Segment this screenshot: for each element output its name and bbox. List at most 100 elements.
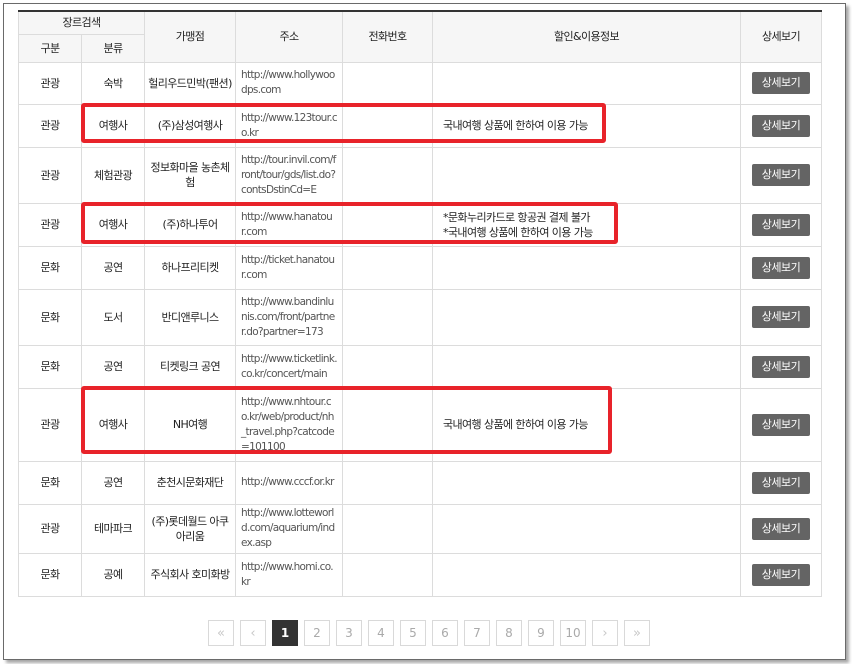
category-header: 구분: [18, 33, 82, 63]
row-details-cell: 상세보기: [740, 460, 822, 505]
detail-view-button[interactable]: 상세보기: [752, 355, 810, 378]
discount-line: 국내여행 상품에 한하여 이용 가능: [443, 119, 588, 132]
table-row: 관광 여행사 NH여행 http://www.nhtour.co.kr/web/pro…: [18, 387, 822, 462]
row-discount-info: [432, 344, 741, 389]
detail-view-button[interactable]: 상세보기: [752, 306, 810, 328]
row-type: 여행사: [81, 202, 145, 247]
table-row: 관광 숙박 헐리우드민박(팬션) http://www.hollywoodps.com…: [18, 61, 822, 105]
row-merchant: (주)롯데월드 아쿠아리움: [144, 503, 236, 554]
row-merchant: 주식회사 호미화방: [144, 552, 236, 597]
page-number-button[interactable]: 2: [304, 620, 330, 646]
genre-search-header: 장르검색: [18, 10, 145, 35]
page-number-button[interactable]: 8: [496, 620, 522, 646]
type-header: 분류: [81, 33, 145, 63]
row-merchant: 티켓링크 공연: [144, 344, 236, 389]
row-address-link[interactable]: http://www.ticketlink.co.kr/concert/main: [235, 344, 343, 389]
row-phone: [342, 146, 433, 204]
row-discount-info: [432, 460, 741, 505]
table-row: 관광 테마파크 (주)롯데월드 아쿠아리움 http://www.lotteworld…: [18, 503, 822, 554]
row-discount-info: [432, 61, 741, 105]
row-phone: [342, 552, 433, 597]
row-details-cell: 상세보기: [740, 344, 822, 389]
row-category: 문화: [18, 245, 82, 290]
row-type: 도서: [81, 288, 145, 346]
table-row: 관광 여행사 (주)하나투어 http://www.hanatour.com *문화누리…: [18, 202, 822, 247]
row-category: 문화: [18, 552, 82, 597]
row-address-link[interactable]: http://www.bandinlunis.com/front/partner…: [235, 288, 343, 346]
row-address-link[interactable]: http://www.hanatour.com: [235, 202, 343, 247]
row-address-link[interactable]: http://www.hollywoodps.com: [235, 61, 343, 105]
row-phone: [342, 61, 433, 105]
table-body: 관광 숙박 헐리우드민박(팬션) http://www.hollywoodps.com…: [18, 61, 822, 597]
detail-view-button[interactable]: 상세보기: [752, 114, 810, 137]
row-details-cell: 상세보기: [740, 288, 822, 346]
discount-info-header: 할인&이용정보: [432, 10, 741, 63]
row-address-link[interactable]: http://www.lotteworld.com/aquarium/index…: [235, 503, 343, 554]
page-number-button[interactable]: 10: [560, 620, 586, 646]
row-phone: [342, 460, 433, 505]
detail-view-button[interactable]: 상세보기: [752, 413, 810, 436]
row-type: 체험관광: [81, 146, 145, 204]
row-details-cell: 상세보기: [740, 552, 822, 597]
detail-view-button[interactable]: 상세보기: [752, 517, 810, 540]
row-address-link[interactable]: http://ticket.hanatour.com: [235, 245, 343, 290]
row-merchant: 하나프리티켓: [144, 245, 236, 290]
row-address-link[interactable]: http://www.homi.co.kr: [235, 552, 343, 597]
row-phone: [342, 103, 433, 148]
table-row: 문화 공연 티켓링크 공연 http://www.ticketlink.co.kr/c…: [18, 344, 822, 389]
row-type: 공연: [81, 344, 145, 389]
page-number-button[interactable]: 1: [272, 620, 298, 646]
detail-view-button[interactable]: 상세보기: [752, 164, 810, 186]
row-category: 관광: [18, 61, 82, 105]
page-number-button[interactable]: 3: [336, 620, 362, 646]
row-address-link[interactable]: http://www.nhtour.co.kr/web/product/nh_t…: [235, 387, 343, 462]
detail-view-button[interactable]: 상세보기: [752, 213, 810, 236]
row-merchant: NH여행: [144, 387, 236, 462]
row-merchant: 반디앤루니스: [144, 288, 236, 346]
prev-page-button[interactable]: ‹: [240, 620, 266, 646]
detail-view-button[interactable]: 상세보기: [752, 256, 810, 279]
detail-view-button[interactable]: 상세보기: [752, 563, 810, 586]
row-category: 문화: [18, 288, 82, 346]
page-number-button[interactable]: 6: [432, 620, 458, 646]
row-discount-info: [432, 552, 741, 597]
merchant-header: 가맹점: [144, 10, 236, 63]
row-category: 관광: [18, 202, 82, 247]
row-merchant: 춘천시문화재단: [144, 460, 236, 505]
next-page-button[interactable]: ›: [592, 620, 618, 646]
last-page-button[interactable]: »: [624, 620, 650, 646]
first-page-button[interactable]: «: [208, 620, 234, 646]
detail-view-button[interactable]: 상세보기: [752, 471, 810, 494]
page-number-button[interactable]: 7: [464, 620, 490, 646]
row-type: 숙박: [81, 61, 145, 105]
row-discount-info: 국내여행 상품에 한하여 이용 가능: [432, 387, 741, 462]
page-number-button[interactable]: 4: [368, 620, 394, 646]
detail-view-button[interactable]: 상세보기: [752, 72, 810, 94]
row-phone: [342, 503, 433, 554]
row-type: 공예: [81, 552, 145, 597]
row-discount-info: [432, 245, 741, 290]
row-details-cell: 상세보기: [740, 202, 822, 247]
pagination: « ‹ 1 2 3 4 5 6 7 8 9 10 › »: [0, 620, 852, 648]
table-row: 문화 도서 반디앤루니스 http://www.bandinlunis.com/fro…: [18, 288, 822, 346]
row-discount-info: *문화누리카드로 항공권 결제 불가 *국내여행 상품에 한하여 이용 가능: [432, 202, 741, 247]
table-row: 문화 공예 주식회사 호미화방 http://www.homi.co.kr 상세보기: [18, 552, 822, 597]
page-number-button[interactable]: 9: [528, 620, 554, 646]
page-number-button[interactable]: 5: [400, 620, 426, 646]
row-category: 문화: [18, 344, 82, 389]
row-address-link[interactable]: http://tour.invil.com/front/tour/gds/lis…: [235, 146, 343, 204]
discount-line: *국내여행 상품에 한하여 이용 가능: [443, 225, 593, 239]
table-row: 문화 공연 춘천시문화재단 http://www.cccf.or.kr 상세보기: [18, 460, 822, 505]
row-details-cell: 상세보기: [740, 103, 822, 148]
row-address-link[interactable]: http://www.cccf.or.kr: [235, 460, 343, 505]
row-merchant: (주)하나투어: [144, 202, 236, 247]
details-header: 상세보기: [740, 10, 822, 63]
row-address-link[interactable]: http://www.123tour.co.kr: [235, 103, 343, 148]
row-merchant: 헐리우드민박(팬션): [144, 61, 236, 105]
row-details-cell: 상세보기: [740, 146, 822, 204]
row-details-cell: 상세보기: [740, 245, 822, 290]
row-type: 여행사: [81, 387, 145, 462]
discount-line: 국내여행 상품에 한하여 이용 가능: [443, 418, 588, 431]
row-phone: [342, 245, 433, 290]
row-type: 여행사: [81, 103, 145, 148]
